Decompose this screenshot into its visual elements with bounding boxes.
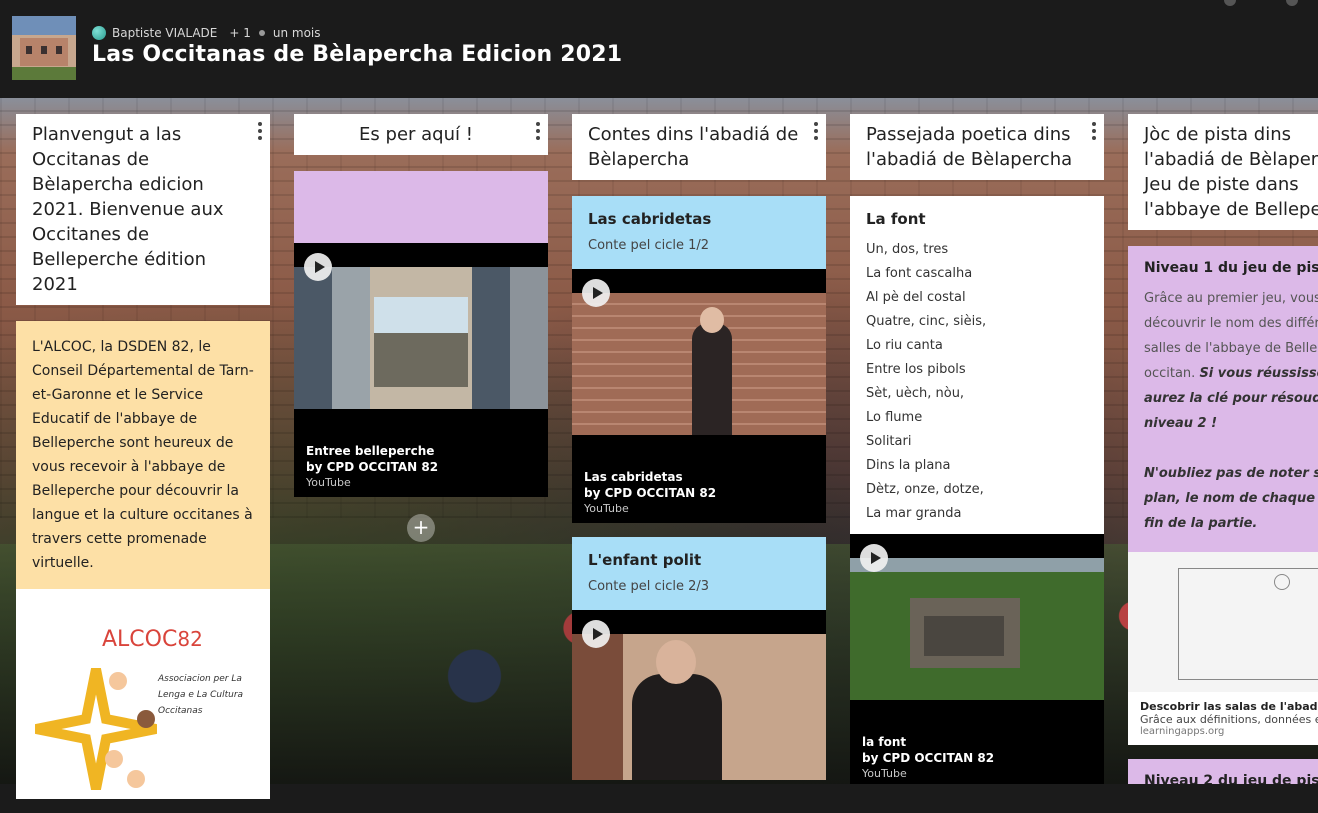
- column-header[interactable]: Es per aquí !: [294, 114, 548, 155]
- column-contes: Contes dins l'abadiá de Bèlapercha Las c…: [572, 114, 826, 780]
- separator-dot-icon: [258, 30, 265, 36]
- poem-line: Sèt, uèch, nòu,: [866, 386, 965, 401]
- poem-line: Un, dos, tres: [866, 242, 949, 257]
- poem-line: Lo flume: [866, 410, 923, 425]
- game-title: Niveau 2 du jeu de piste: [1144, 773, 1318, 784]
- video-author: by CPD OCCITAN 82: [862, 751, 995, 765]
- poem-line: Lo riu canta: [866, 338, 943, 353]
- logo-text: ALCOC82: [102, 627, 203, 652]
- column-title: Planvengut a las Occitanas de Bèlapercha…: [32, 124, 224, 295]
- play-icon[interactable]: [582, 279, 610, 307]
- link-preview-image: [1128, 552, 1318, 692]
- story-subtitle: Conte pel cicle 2/3: [588, 579, 710, 594]
- column-jocdepista: Jòc de pista dins l'abadiá de Bèlaper Je…: [1128, 114, 1318, 784]
- game-card[interactable]: Niveau 2 du jeu de piste: [1128, 759, 1318, 784]
- column-header[interactable]: Passejada poetica dins l'abadiá de Bèlap…: [850, 114, 1104, 180]
- column-title: Jòc de pista dins l'abadiá de Bèlaper Je…: [1144, 124, 1318, 220]
- board-title: Las Occitanas de Bèlapercha Edicion 2021: [92, 42, 623, 67]
- board-header: Baptiste VIALADE + 1 un mois Las Occitan…: [0, 0, 1318, 98]
- link-card[interactable]: Descobrir las salas de l'abadiá de Grâce…: [1128, 552, 1318, 745]
- more-options-icon[interactable]: [814, 122, 820, 140]
- intro-text: L'ALCOC, la DSDEN 82, le Conseil Départe…: [32, 339, 254, 571]
- link-title: Descobrir las salas de l'abadiá de: [1140, 700, 1318, 713]
- board-meta: Baptiste VIALADE + 1 un mois: [92, 24, 321, 42]
- logo-card[interactable]: ALCOC82 Associacion per La Lenga e La Cu…: [16, 589, 270, 799]
- toolbar-icon[interactable]: [1286, 0, 1298, 6]
- game-text: Grâce au premier jeu, vous é découvrir l…: [1144, 286, 1318, 536]
- column-header[interactable]: Planvengut a las Occitanas de Bèlapercha…: [16, 114, 270, 305]
- globe-icon: [92, 26, 106, 40]
- link-domain: learningapps.org: [1140, 726, 1225, 737]
- column-passejada: Passejada poetica dins l'abadiá de Bèlap…: [850, 114, 1104, 784]
- author-name[interactable]: Baptiste VIALADE: [112, 26, 217, 40]
- column-header[interactable]: Contes dins l'abadiá de Bèlapercha: [572, 114, 826, 180]
- more-options-icon[interactable]: [536, 122, 542, 140]
- poem-line: Entre los pibols: [866, 362, 966, 377]
- video-caption: Entree belleperche by CPD OCCITAN 82 You…: [294, 433, 548, 497]
- more-options-icon[interactable]: [1092, 122, 1098, 140]
- video-thumbnail[interactable]: [572, 634, 826, 780]
- video-card[interactable]: [572, 610, 826, 780]
- video-card[interactable]: la font by CPD OCCITAN 82 YouTube: [850, 534, 1104, 784]
- logo-tagline: Associacion per La Lenga e La Cultura Oc…: [158, 674, 244, 716]
- game-title: Niveau 1 du jeu de piste: [1144, 260, 1318, 276]
- game-card[interactable]: Niveau 1 du jeu de piste Grâce au premie…: [1128, 246, 1318, 552]
- play-icon[interactable]: [582, 620, 610, 648]
- poem-card[interactable]: La font Un, dos, tres La font cascalha A…: [850, 196, 1104, 534]
- board-thumbnail[interactable]: [12, 16, 76, 80]
- video-source: YouTube: [306, 476, 351, 489]
- intro-card[interactable]: L'ALCOC, la DSDEN 82, le Conseil Départe…: [16, 321, 270, 589]
- video-source: YouTube: [584, 502, 629, 515]
- video-caption: la font by CPD OCCITAN 82 YouTube: [850, 724, 1104, 784]
- add-post-icon[interactable]: +: [407, 514, 435, 542]
- video-source: YouTube: [862, 767, 907, 780]
- column-header[interactable]: Jòc de pista dins l'abadiá de Bèlaper Je…: [1128, 114, 1318, 230]
- game-note: N'oubliez pas de noter sur plan, le nom …: [1144, 466, 1318, 531]
- poem-line: Quatre, cinc, sièis,: [866, 314, 987, 329]
- time-ago: un mois: [272, 26, 321, 40]
- column-clip: Jòc de pista dins l'abadiá de Bèlaper Je…: [1128, 114, 1318, 784]
- video-title: la font: [862, 735, 907, 749]
- link-details: Descobrir las salas de l'abadiá de Grâce…: [1128, 692, 1318, 745]
- column-es-per-aqui: Es per aquí ! Entree belleperche by CPD …: [294, 114, 548, 542]
- video-author: by CPD OCCITAN 82: [306, 460, 439, 474]
- occitan-cross-logo-icon: [35, 668, 157, 790]
- video-title: Entree belleperche: [306, 444, 435, 458]
- column-welcome: Planvengut a las Occitanas de Bèlapercha…: [16, 114, 270, 813]
- poem-line: Dins la plana: [866, 458, 951, 473]
- poem-line: Solitari: [866, 434, 912, 449]
- column-title: Es per aquí !: [359, 124, 473, 145]
- toolbar-icon[interactable]: [1224, 0, 1236, 6]
- video-card[interactable]: Entree belleperche by CPD OCCITAN 82 You…: [294, 243, 548, 497]
- story-title: L'enfant polit: [588, 551, 702, 569]
- poem-line: Al pè del costal: [866, 290, 966, 305]
- poem-line: La font cascalha: [866, 266, 973, 281]
- story-subtitle: Conte pel cicle 1/2: [588, 238, 710, 253]
- video-thumbnail[interactable]: [850, 558, 1104, 700]
- more-options-icon[interactable]: [258, 122, 264, 140]
- poem-line: La mar granda: [866, 506, 962, 521]
- video-thumbnail[interactable]: [572, 293, 826, 435]
- story-card[interactable]: L'enfant polit Conte pel cicle 2/3: [572, 537, 826, 610]
- video-caption: Las cabridetas by CPD OCCITAN 82 YouTube: [572, 459, 826, 523]
- column-title: Contes dins l'abadiá de Bèlapercha: [588, 124, 799, 170]
- story-card[interactable]: Las cabridetas Conte pel cicle 1/2: [572, 196, 826, 269]
- collaborator-count[interactable]: + 1: [229, 26, 251, 40]
- poem-line: Dètz, onze, dotze,: [866, 482, 984, 497]
- video-card[interactable]: Las cabridetas by CPD OCCITAN 82 YouTube: [572, 269, 826, 523]
- play-icon[interactable]: [860, 544, 888, 572]
- video-thumbnail[interactable]: [294, 267, 548, 409]
- video-author: by CPD OCCITAN 82: [584, 486, 717, 500]
- color-card[interactable]: [294, 171, 548, 243]
- video-title: Las cabridetas: [584, 470, 683, 484]
- poem-title: La font: [866, 210, 926, 228]
- column-title: Passejada poetica dins l'abadiá de Bèlap…: [866, 124, 1073, 170]
- play-icon[interactable]: [304, 253, 332, 281]
- story-title: Las cabridetas: [588, 210, 712, 228]
- top-toolbar: [1224, 0, 1298, 6]
- link-description: Grâce aux définitions, données en: [1140, 713, 1318, 726]
